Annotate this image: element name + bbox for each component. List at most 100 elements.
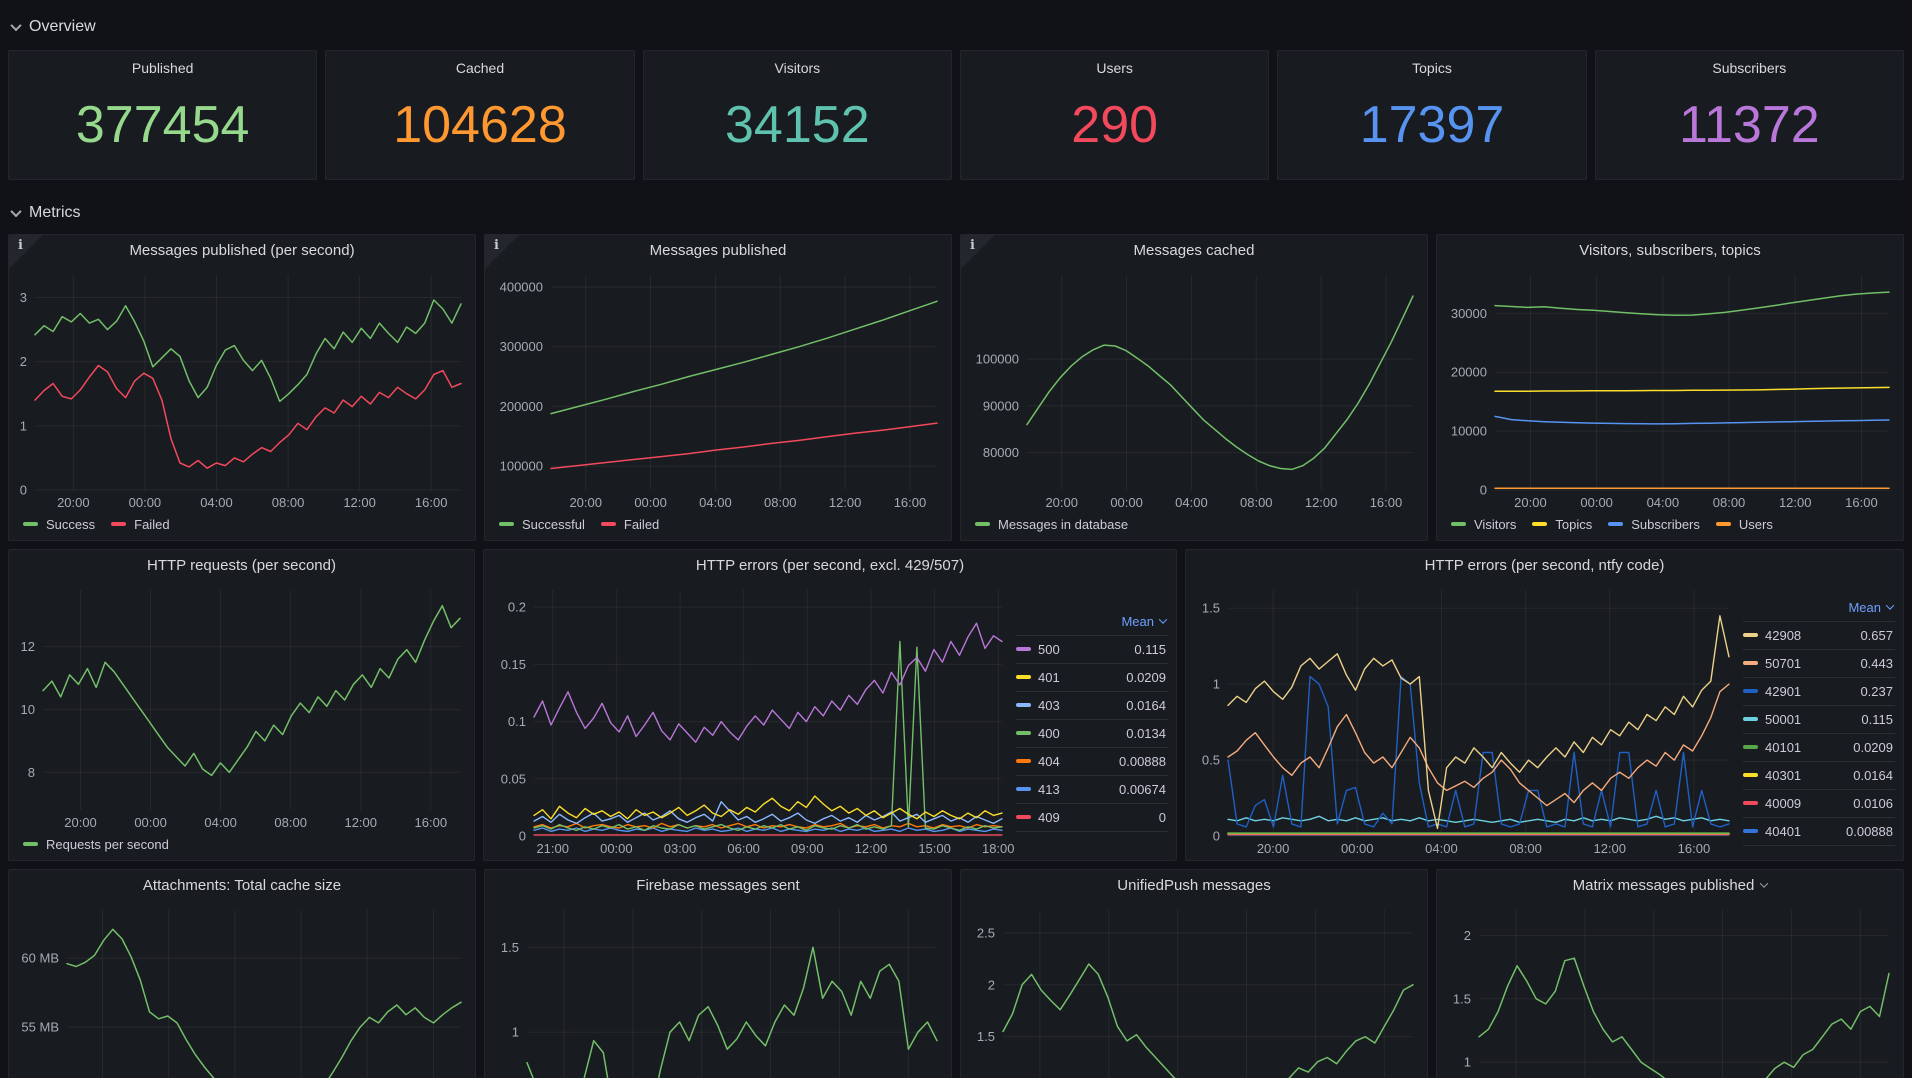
panel-info-corner[interactable] (485, 235, 519, 269)
panel-title-text: Messages published (650, 242, 787, 259)
legend-swatch (1743, 745, 1758, 749)
x-axis-tick: 09:00 (791, 841, 824, 856)
chevron-down-icon (10, 206, 21, 217)
x-axis-tick: 20:00 (57, 495, 90, 510)
legend-item[interactable]: Topics (1532, 517, 1592, 532)
stat-value: 11372 (1679, 70, 1820, 179)
panel-title[interactable]: Messages published (per second) (9, 235, 475, 265)
legend-item[interactable]: Subscribers (1608, 517, 1700, 532)
legend-row[interactable]: 507010.443 (1743, 649, 1895, 677)
chart: 800009000010000020:0000:0004:0008:0012:0… (961, 265, 1427, 514)
legend-item[interactable]: Users (1716, 517, 1773, 532)
legend-row[interactable]: 403010.0164 (1743, 761, 1895, 789)
legend-item[interactable]: Successful (499, 517, 585, 532)
legend-row[interactable]: 429010.237 (1743, 677, 1895, 705)
legend-mean-header[interactable]: Mean (1743, 595, 1895, 621)
legend-row[interactable]: 50001 0.115 (1743, 705, 1895, 733)
legend-row[interactable]: 401010.0209 (1743, 733, 1895, 761)
x-axis-tick: 12:00 (829, 495, 862, 510)
series-line (534, 642, 1002, 831)
legend-series-label: 50001 (1765, 712, 1801, 727)
panel-unifiedpush-messages: UnifiedPush messages 11.522.520:0000:000… (960, 869, 1428, 1078)
legend-label: Topics (1555, 517, 1592, 532)
x-axis-tick: 16:00 (415, 815, 448, 830)
legend-table: Mean429080.657507010.443429010.237 50001 0… (1743, 595, 1895, 846)
panel-title[interactable]: HTTP requests (per second) (9, 550, 474, 580)
legend-row[interactable]: 4010.0209 (1016, 663, 1168, 691)
x-axis-tick: 12:00 (343, 495, 376, 510)
legend-row[interactable]: 500 0.115 (1016, 635, 1168, 663)
legend-mean-value: 0.237 (1860, 684, 1895, 699)
chart: 012320:0000:0004:0008:0012:0016:00 (9, 265, 475, 514)
legend-mean-value: 0.115 (1861, 712, 1895, 727)
legend-mean-header[interactable]: Mean (1016, 609, 1168, 635)
panel-title-text: UnifiedPush messages (1117, 877, 1270, 894)
x-axis-tick: 00:00 (634, 495, 667, 510)
x-axis-tick: 00:00 (600, 841, 633, 856)
legend-item[interactable]: Success (23, 517, 95, 532)
section-overview[interactable]: Overview (12, 18, 1904, 36)
legend-item[interactable]: Visitors (1451, 517, 1516, 532)
legend-row[interactable]: 4000.0134 (1016, 719, 1168, 747)
legend-row[interactable]: 404010.00888 (1743, 817, 1895, 845)
panel-messages-published-rate: Messages published (per second) 012320:0… (8, 234, 476, 541)
legend-row[interactable]: 4090 (1016, 803, 1168, 831)
legend-mean-value: 0.115 (1134, 642, 1168, 657)
section-metrics[interactable]: Metrics (12, 204, 1904, 222)
panel-title[interactable]: Attachments: Total cache size (9, 870, 475, 900)
stat-topics: Topics 17397 (1277, 50, 1586, 180)
legend-row[interactable]: 4030.0164 (1016, 691, 1168, 719)
panel-title-text: Firebase messages sent (636, 877, 799, 894)
legend-series-label: 500 (1038, 642, 1060, 657)
legend-item[interactable]: Failed (111, 517, 169, 532)
panel-title[interactable]: Matrix messages published (1437, 870, 1903, 900)
legend-item[interactable]: Messages in database (975, 517, 1128, 532)
panel-title[interactable]: HTTP errors (per second, excl. 429/507) (484, 550, 1176, 580)
legend: Visitors Topics Subscribers Users (1437, 514, 1903, 540)
legend-series-label: 40401 (1765, 824, 1801, 839)
panel-info-corner[interactable] (961, 235, 995, 269)
y-axis-tick: 0 (519, 829, 526, 844)
x-axis-tick: 12:00 (1779, 495, 1812, 510)
y-axis-tick: 100000 (976, 352, 1019, 367)
panel-matrix-messages-published: Matrix messages published 11.5220:0000:0… (1436, 869, 1904, 1078)
panel-title[interactable]: HTTP errors (per second, ntfy code) (1186, 550, 1903, 580)
panel-title-text: HTTP errors (per second, excl. 429/507) (696, 557, 964, 574)
panel-title[interactable]: Messages published (485, 235, 951, 265)
panel-title[interactable]: Messages cached (961, 235, 1427, 265)
legend-row[interactable]: 404 0.00888 (1016, 747, 1168, 775)
legend-item[interactable]: Failed (601, 517, 659, 532)
x-axis-tick: 04:00 (1175, 495, 1208, 510)
panel-visitors-subscribers-topics: Visitors, subscribers, topics 0100002000… (1436, 234, 1904, 541)
panel-title[interactable]: UnifiedPush messages (961, 870, 1427, 900)
legend-series-label: 50701 (1765, 656, 1801, 671)
panel-title-text: Attachments: Total cache size (143, 877, 341, 894)
stat-value: 104628 (393, 70, 567, 179)
panel-title[interactable]: Visitors, subscribers, topics (1437, 235, 1903, 265)
chart: 00.511.520:0000:0004:0008:0012:0016:00 (1186, 580, 1743, 860)
legend-item[interactable]: Requests per second (23, 837, 169, 852)
stat-value: 17397 (1360, 70, 1505, 179)
legend-series-label: 404 (1038, 754, 1060, 769)
stat-published: Published 377454 (8, 50, 317, 180)
y-axis-tick: 1 (1464, 1055, 1471, 1070)
legend-row[interactable]: 4130.00674 (1016, 775, 1168, 803)
y-axis-tick: 1 (20, 418, 27, 433)
y-axis-tick: 0 (1213, 829, 1220, 844)
chart-svg: 00.511.520:0000:0004:0008:0012:0016:00 (1186, 580, 1743, 860)
legend-row[interactable]: 400090.0106 (1743, 789, 1895, 817)
stat-visitors: Visitors 34152 (643, 50, 952, 180)
y-axis-tick: 0 (20, 483, 27, 498)
legend-mean-value: 0.00888 (1119, 754, 1168, 769)
legend-mean-value: 0.0209 (1126, 670, 1168, 685)
y-axis-tick: 12 (21, 639, 35, 654)
legend-swatch (1016, 787, 1031, 791)
legend-swatch (1716, 522, 1731, 526)
x-axis-tick: 00:00 (134, 815, 167, 830)
panel-title[interactable]: Firebase messages sent (485, 870, 951, 900)
legend-swatch (975, 522, 990, 526)
y-axis-tick: 60 MB (21, 951, 59, 966)
panel-info-corner[interactable] (9, 235, 43, 269)
y-axis-tick: 300000 (500, 339, 543, 354)
legend-row[interactable]: 429080.657 (1743, 621, 1895, 649)
